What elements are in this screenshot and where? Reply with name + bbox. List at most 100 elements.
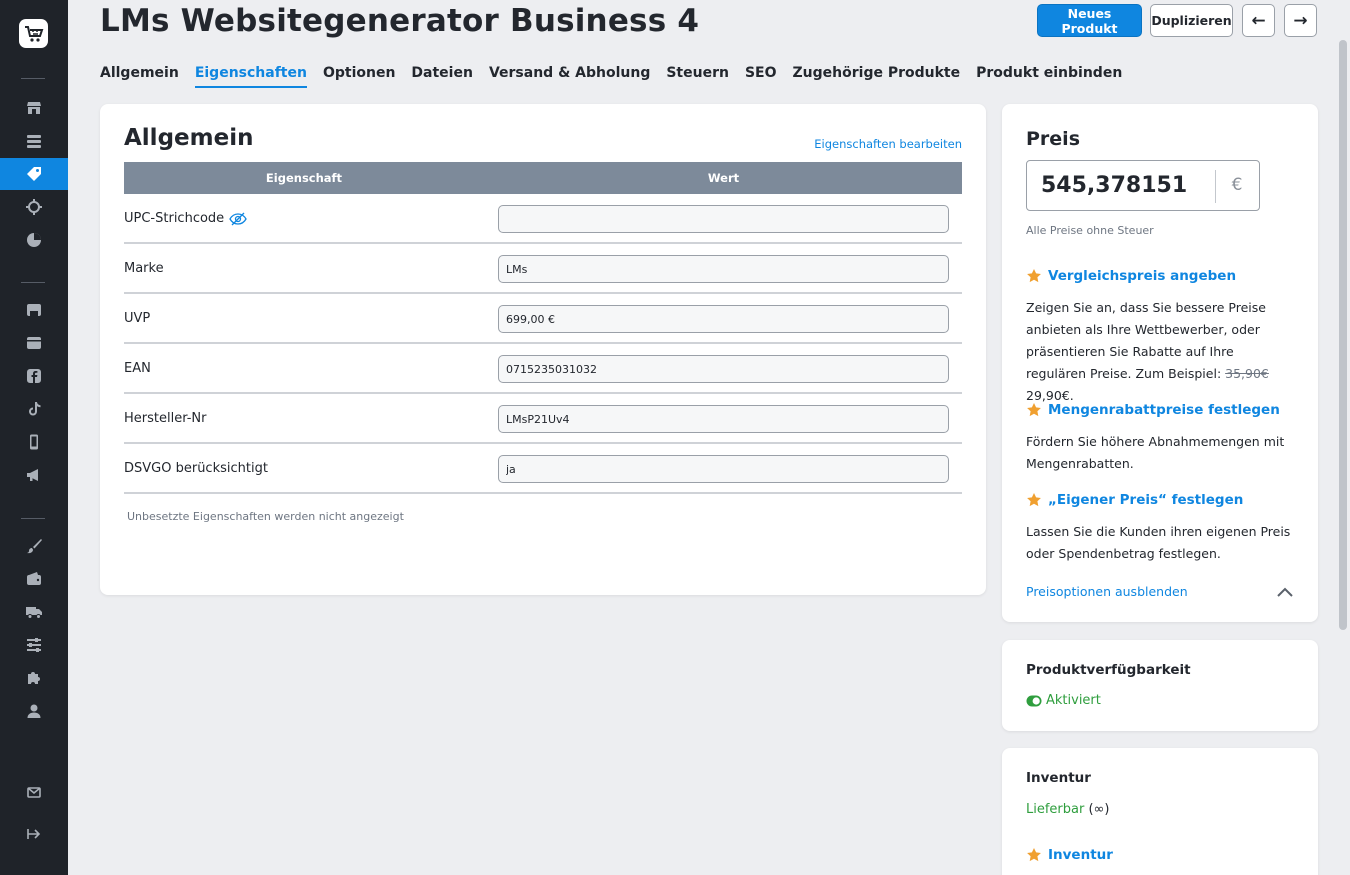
tab-taxes[interactable]: Steuern: [666, 65, 729, 88]
sidebar-item-orders[interactable]: [0, 125, 68, 157]
sliders-icon: [27, 638, 41, 652]
property-label: Hersteller-Nr: [124, 411, 207, 426]
tab-properties[interactable]: Eigenschaften: [194, 65, 307, 88]
star-icon: [1027, 403, 1041, 417]
duplicate-button[interactable]: Duplizieren: [1150, 4, 1233, 37]
crosshair-icon: [26, 199, 42, 215]
price-divider: [1215, 170, 1216, 203]
property-label: UVP: [124, 311, 151, 326]
sidebar-item-reports[interactable]: [0, 224, 68, 256]
upc-barcode-input[interactable]: [498, 205, 949, 233]
page-title: LMs Websitegenerator Business 4: [100, 3, 700, 39]
edit-properties-link[interactable]: Eigenschaften bearbeiten: [814, 137, 962, 151]
gdpr-input[interactable]: [498, 455, 949, 483]
feature-title: „Eigener Preis“ festlegen: [1048, 492, 1244, 508]
property-label: DSVGO berücksichtigt: [124, 461, 268, 476]
inventory-status-line: Lieferbar (∞): [1026, 802, 1109, 817]
sidebar-item-sales-channels[interactable]: [0, 294, 68, 326]
layers-icon: [27, 135, 41, 148]
sidebar-item-settings[interactable]: [0, 629, 68, 661]
property-label: UPC-Strichcode: [124, 211, 225, 226]
tiktok-icon: [29, 402, 41, 416]
property-label: Marke: [124, 261, 164, 276]
new-product-button[interactable]: Neues Produkt: [1037, 4, 1142, 37]
tab-general[interactable]: Allgemein: [100, 65, 179, 88]
next-product-button[interactable]: →: [1284, 4, 1317, 37]
sidebar-item-logout[interactable]: [0, 818, 68, 850]
manufacturer-number-input[interactable]: [498, 405, 949, 433]
sidebar-item-customers[interactable]: [0, 191, 68, 223]
feature-title: Inventur: [1048, 847, 1113, 863]
store-logo-icon[interactable]: [19, 19, 48, 48]
sidebar-divider: [21, 518, 45, 519]
msrp-input[interactable]: [498, 305, 949, 333]
star-icon: [1027, 269, 1041, 283]
availability-title: Produktverfügbarkeit: [1026, 662, 1191, 678]
brand-input[interactable]: [498, 255, 949, 283]
sidebar-item-apps[interactable]: [0, 662, 68, 694]
sidebar-item-facebook[interactable]: [0, 360, 68, 392]
pie-chart-icon: [27, 233, 41, 247]
product-tabs: Allgemein Eigenschaften Optionen Dateien…: [100, 65, 1122, 88]
storefront-icon: [27, 102, 41, 114]
sidebar-item-store[interactable]: [0, 92, 68, 124]
tab-related-products[interactable]: Zugehörige Produkte: [793, 65, 961, 88]
sidebar-item-marketing[interactable]: [0, 459, 68, 491]
ean-input[interactable]: [498, 355, 949, 383]
previous-product-button[interactable]: ←: [1242, 4, 1275, 37]
price-tax-note: Alle Preise ohne Steuer: [1026, 224, 1154, 237]
custom-price-link[interactable]: „Eigener Preis“ festlegen: [1026, 492, 1243, 508]
table-row: UVP: [124, 294, 962, 344]
tab-files[interactable]: Dateien: [411, 65, 473, 88]
inventory-card: Inventur Lieferbar (∞) Inventur: [1002, 748, 1318, 875]
price-card: Preis 545,378151 € Alle Preise ohne Steu…: [1002, 104, 1318, 622]
tag-icon: [27, 167, 41, 181]
currency-symbol: €: [1231, 175, 1243, 195]
table-row: DSVGO berücksichtigt: [124, 444, 962, 494]
page-scrollbar[interactable]: [1339, 40, 1347, 630]
tab-seo[interactable]: SEO: [745, 65, 777, 88]
empty-properties-note: Unbesetzte Eigenschaften werden nicht an…: [127, 510, 404, 523]
price-input[interactable]: 545,378151 €: [1026, 160, 1260, 211]
tab-embed-product[interactable]: Produkt einbinden: [976, 65, 1122, 88]
properties-card: Allgemein Eigenschaften bearbeiten Eigen…: [100, 104, 986, 595]
sidebar-item-account[interactable]: [0, 695, 68, 727]
sidebar-item-website[interactable]: [0, 327, 68, 359]
bulk-discount-link[interactable]: Mengenrabattpreise festlegen: [1026, 402, 1280, 418]
sidebar-item-mobile[interactable]: [0, 426, 68, 458]
inventory-quantity: (∞): [1088, 802, 1110, 817]
feature-title: Mengenrabattpreise festlegen: [1048, 402, 1280, 418]
compare-price-link[interactable]: Vergleichspreis angeben: [1026, 268, 1236, 284]
properties-title: Allgemein: [124, 125, 254, 151]
sidebar-item-messages[interactable]: [0, 776, 68, 808]
row-label-wrap: UPC-Strichcode: [124, 194, 247, 244]
tab-options[interactable]: Optionen: [323, 65, 395, 88]
table-row: Hersteller-Nr: [124, 394, 962, 444]
availability-card: Produktverfügbarkeit Aktiviert: [1002, 640, 1318, 731]
sidebar-item-design[interactable]: [0, 530, 68, 562]
toggle-on-icon: [1026, 695, 1042, 706]
sidebar-item-products[interactable]: [0, 158, 68, 190]
shop-icon: [27, 304, 41, 316]
eye-slash-icon[interactable]: [229, 212, 247, 226]
star-icon: [1027, 493, 1041, 507]
availability-toggle[interactable]: Aktiviert: [1026, 693, 1101, 708]
feature-title: Vergleichspreis angeben: [1048, 268, 1237, 284]
star-icon: [1027, 848, 1041, 862]
properties-table: UPC-Strichcode Marke UVP EAN Hersteller-…: [124, 194, 962, 494]
inventory-status: Lieferbar: [1026, 802, 1085, 817]
chevron-up-icon[interactable]: [1276, 585, 1294, 599]
properties-table-header: Eigenschaft Wert: [124, 162, 962, 194]
sidebar-item-payment[interactable]: [0, 563, 68, 595]
bulk-discount-description: Fördern Sie höhere Abnahmemengen mit Men…: [1026, 434, 1285, 471]
sidebar-item-shipping[interactable]: [0, 596, 68, 628]
hide-price-options-link[interactable]: Preisoptionen ausblenden: [1026, 584, 1188, 599]
sidebar-item-tiktok[interactable]: [0, 393, 68, 425]
table-row: EAN: [124, 344, 962, 394]
brush-icon: [27, 539, 42, 554]
column-header-property: Eigenschaft: [265, 171, 343, 185]
custom-price-description: Lassen Sie die Kunden ihren eigenen Prei…: [1026, 524, 1291, 561]
tab-shipping-pickup[interactable]: Versand & Abholung: [489, 65, 650, 88]
inventory-feature-link[interactable]: Inventur: [1026, 847, 1113, 863]
column-header-value: Wert: [707, 171, 740, 185]
